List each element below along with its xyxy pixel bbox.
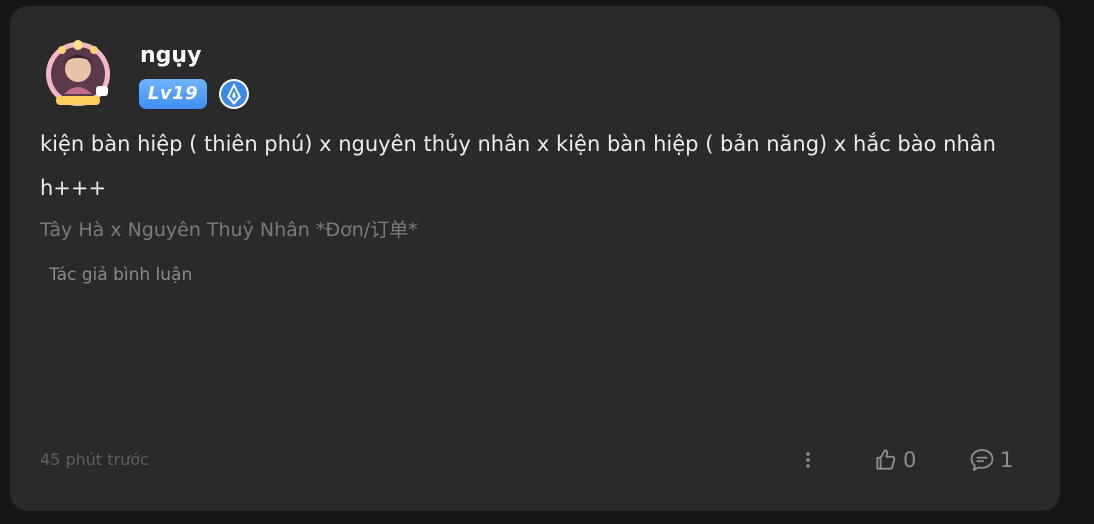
comment-count: 1	[1000, 448, 1014, 472]
comment-button[interactable]: 1	[968, 446, 1013, 474]
post-source-tag[interactable]: Tây Hà x Nguyên Thuỷ Nhân *Đơn/订单*	[40, 216, 418, 244]
post-card[interactable]: ngụy Lv19 kiện bàn hiệp ( thiên phú) x n…	[10, 6, 1060, 511]
more-vertical-icon[interactable]	[796, 448, 820, 472]
rank-badge-icon	[218, 78, 250, 110]
author-comment-label[interactable]: Tác giả bình luận	[49, 263, 192, 287]
thumbs-up-icon	[876, 449, 896, 470]
avatar[interactable]	[40, 36, 116, 112]
level-badge: Lv19	[139, 79, 207, 109]
post-content: kiện bàn hiệp ( thiên phú) x nguyên thủy…	[40, 132, 996, 200]
timestamp: 45 phút trước	[40, 450, 149, 469]
username[interactable]: ngụy	[140, 43, 201, 69]
like-count: 0	[903, 448, 917, 472]
page: ngụy Lv19 kiện bàn hiệp ( thiên phú) x n…	[0, 0, 1094, 524]
comment-bubble-icon	[970, 449, 994, 471]
like-button[interactable]: 0	[873, 446, 916, 474]
